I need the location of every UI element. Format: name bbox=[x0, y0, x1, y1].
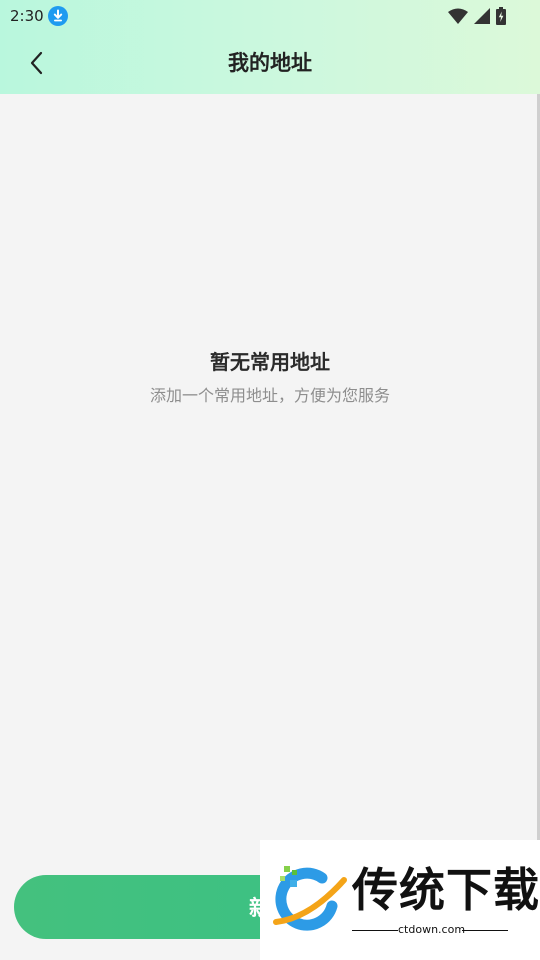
header: 2:30 我的地址 bbox=[0, 0, 540, 94]
empty-state-title: 暂无常用地址 bbox=[210, 350, 330, 374]
battery-icon bbox=[496, 7, 506, 25]
watermark-brand: 传统下载 bbox=[352, 863, 540, 917]
empty-state-subtitle: 添加一个常用地址，方便为您服务 bbox=[149, 386, 390, 405]
watermark-divider-left bbox=[352, 930, 398, 931]
status-icons bbox=[448, 6, 506, 26]
empty-state: 暂无常用地址 添加一个常用地址，方便为您服务 bbox=[0, 346, 540, 408]
status-bar: 2:30 bbox=[0, 0, 540, 32]
download-icon bbox=[48, 6, 68, 26]
navigation-bar: 我的地址 bbox=[0, 32, 540, 94]
status-time: 2:30 bbox=[10, 7, 44, 25]
watermark-divider-right bbox=[462, 930, 508, 931]
watermark: 传统下载 ctdown.com bbox=[260, 840, 540, 960]
wifi-icon bbox=[448, 8, 468, 24]
page-title: 我的地址 bbox=[228, 51, 312, 75]
watermark-logo bbox=[273, 866, 347, 931]
watermark-domain: ctdown.com bbox=[398, 923, 466, 936]
address-screen: 2:30 我的地址 暂无常用地址 添加一个常用地址，方便为您服务 传统下载 ct… bbox=[0, 0, 540, 960]
signal-icon bbox=[474, 8, 490, 24]
